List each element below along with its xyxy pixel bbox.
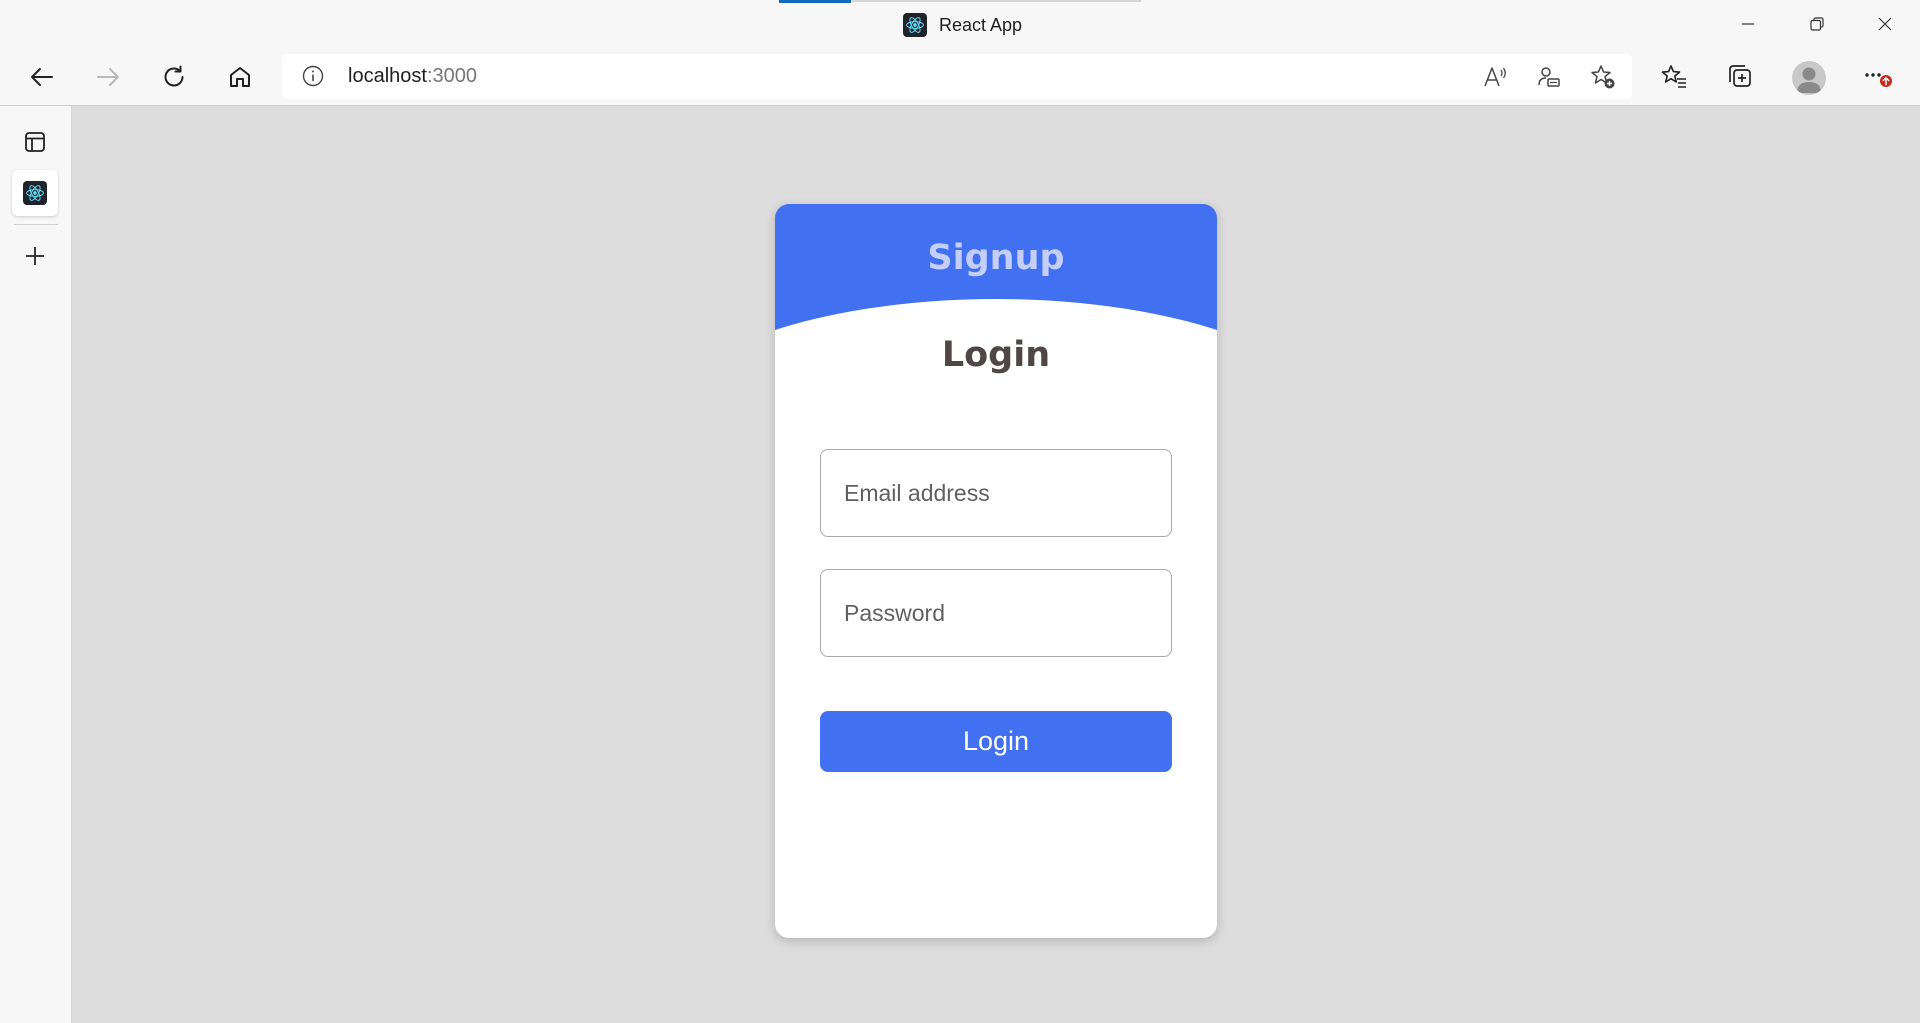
plus-icon bbox=[26, 247, 44, 265]
profile-sync-button[interactable] bbox=[1533, 61, 1565, 93]
address-bar[interactable]: localhost:3000 bbox=[282, 54, 1632, 99]
collections-button[interactable] bbox=[1720, 57, 1760, 97]
read-aloud-icon bbox=[1484, 67, 1506, 87]
tab-strip-line bbox=[851, 0, 1141, 2]
back-button[interactable] bbox=[22, 57, 62, 97]
vertical-tabs-sidebar bbox=[0, 106, 72, 1023]
read-aloud-button[interactable] bbox=[1479, 61, 1511, 93]
window-title: React App bbox=[903, 12, 1022, 38]
favorites-button[interactable] bbox=[1654, 57, 1694, 97]
url-port: :3000 bbox=[426, 65, 477, 87]
favorites-icon bbox=[1661, 65, 1686, 88]
home-icon bbox=[230, 67, 250, 87]
sidebar-divider bbox=[14, 224, 58, 225]
info-icon bbox=[302, 65, 324, 87]
react-logo-icon bbox=[903, 13, 927, 37]
window-title-bar: React App bbox=[0, 0, 1920, 49]
react-logo-icon bbox=[23, 181, 47, 205]
login-heading: Login bbox=[941, 335, 1051, 375]
auth-card: Signup Login Login bbox=[775, 204, 1217, 938]
collections-icon bbox=[1729, 65, 1751, 87]
login-button[interactable]: Login bbox=[820, 711, 1172, 772]
back-arrow-icon bbox=[31, 68, 53, 86]
signup-link[interactable]: Signup bbox=[775, 238, 1217, 278]
forward-arrow-icon bbox=[97, 68, 119, 86]
site-info-button[interactable] bbox=[302, 65, 324, 87]
sidebar-tab-react-app[interactable] bbox=[12, 170, 58, 216]
restore-icon bbox=[1810, 17, 1824, 31]
profile-sync-icon bbox=[1538, 67, 1560, 87]
new-tab-button[interactable] bbox=[12, 233, 58, 279]
forward-button[interactable] bbox=[88, 57, 128, 97]
browser-toolbar: localhost:3000 bbox=[0, 49, 1920, 106]
refresh-button[interactable] bbox=[154, 57, 194, 97]
minimize-button[interactable] bbox=[1726, 7, 1770, 41]
restore-button[interactable] bbox=[1795, 7, 1839, 41]
email-field[interactable] bbox=[820, 449, 1172, 537]
add-favorite-button[interactable] bbox=[1587, 61, 1619, 93]
close-window-button[interactable] bbox=[1863, 7, 1907, 41]
close-icon bbox=[1878, 17, 1892, 31]
profile-avatar[interactable] bbox=[1792, 61, 1826, 95]
refresh-icon bbox=[164, 65, 184, 87]
settings-menu-button[interactable] bbox=[1858, 57, 1898, 97]
url-host: localhost bbox=[348, 65, 427, 87]
active-tab-indicator bbox=[779, 0, 851, 3]
home-button[interactable] bbox=[220, 57, 260, 97]
user-avatar-icon bbox=[1797, 67, 1821, 93]
more-icon bbox=[1865, 73, 1892, 87]
tab-layout-icon bbox=[25, 132, 45, 152]
url-text[interactable]: localhost:3000 bbox=[348, 65, 477, 88]
minimize-icon bbox=[1742, 23, 1754, 25]
window-title-text: React App bbox=[939, 14, 1023, 35]
star-add-icon bbox=[1591, 65, 1615, 89]
tab-actions-button[interactable] bbox=[12, 119, 58, 165]
password-field[interactable] bbox=[820, 569, 1172, 657]
